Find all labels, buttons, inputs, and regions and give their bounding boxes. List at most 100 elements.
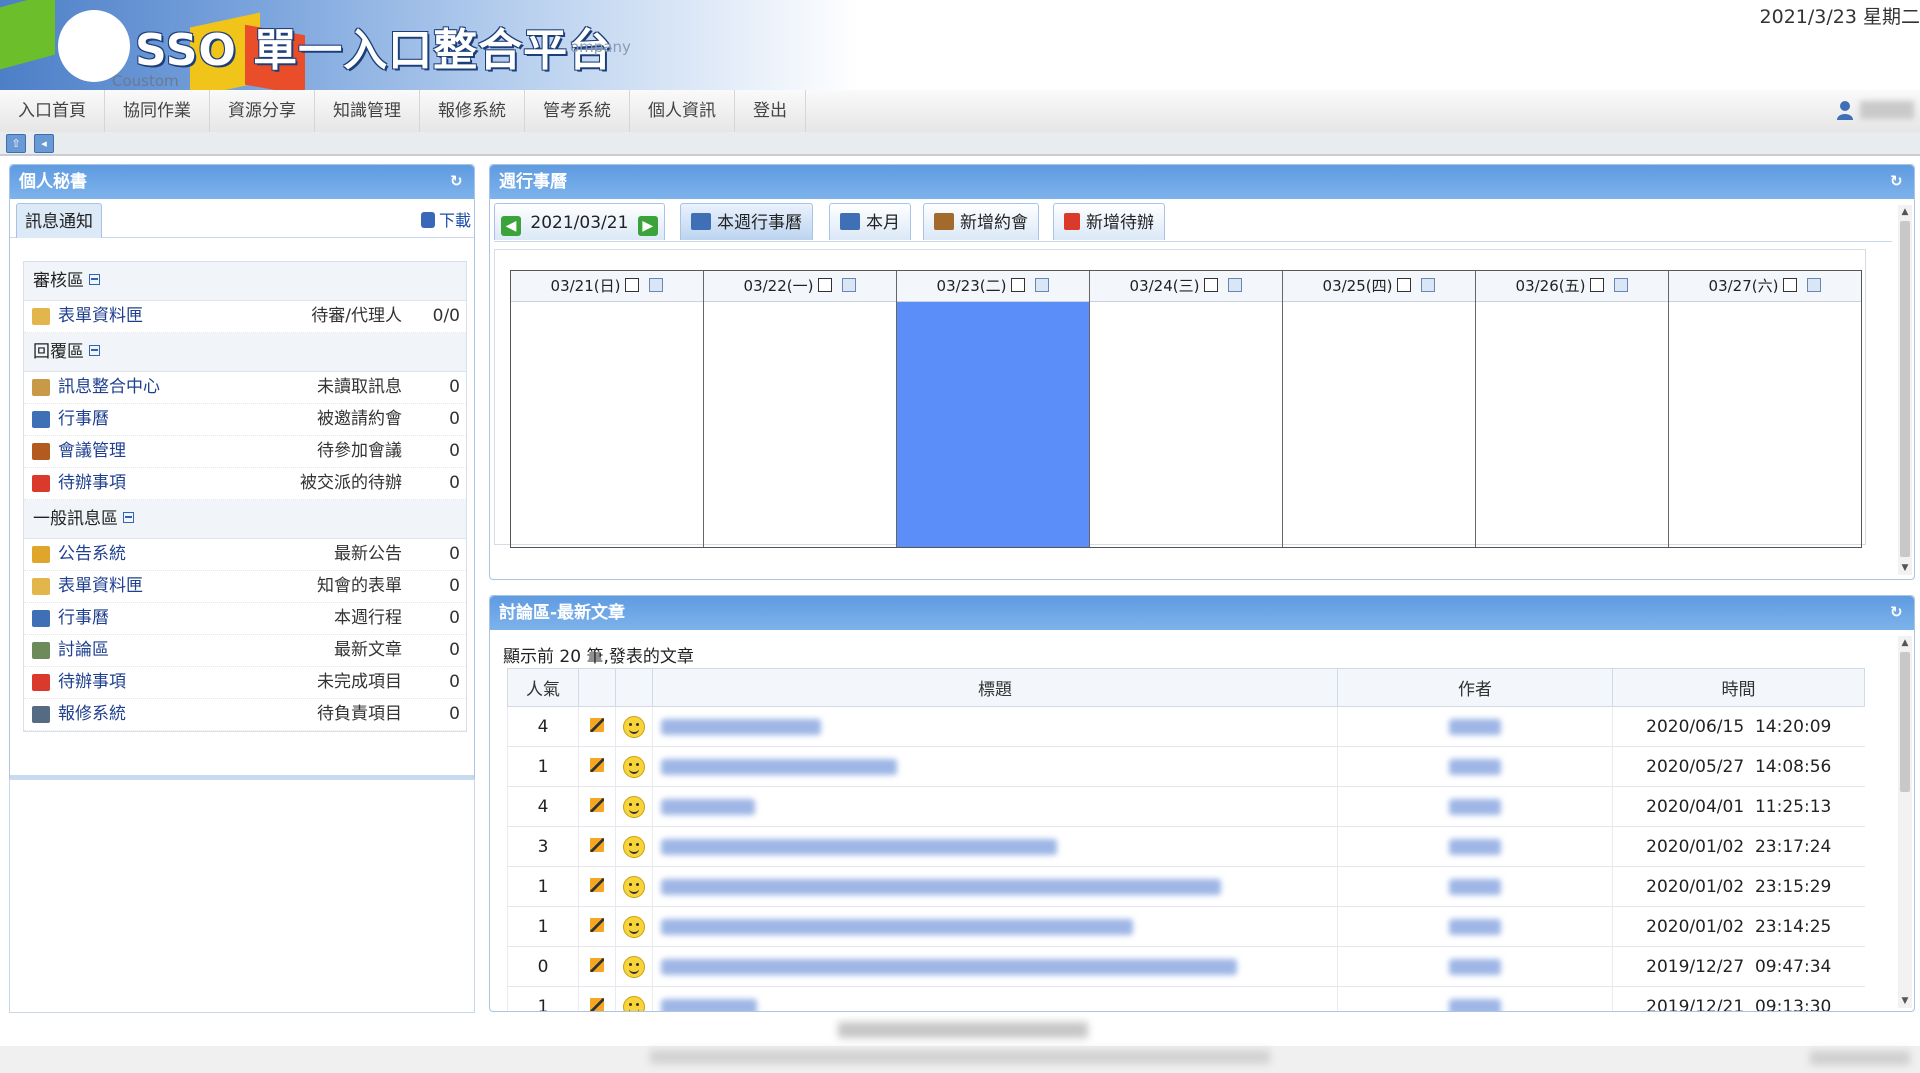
edit-cell[interactable] bbox=[578, 826, 616, 867]
table-row[interactable]: 1 2020/01/02 23:14:25 bbox=[507, 906, 1865, 947]
title-cell[interactable] bbox=[652, 746, 1338, 787]
edit-icon[interactable] bbox=[625, 278, 640, 292]
notification-link[interactable]: 表單資料匣 bbox=[58, 571, 143, 602]
notification-link[interactable]: 報修系統 bbox=[58, 699, 126, 730]
edit-cell[interactable] bbox=[578, 986, 616, 1011]
column-header-title[interactable]: 標題 bbox=[652, 668, 1338, 707]
note-icon[interactable] bbox=[1035, 278, 1050, 292]
refresh-icon[interactable]: ↻ bbox=[450, 173, 466, 189]
calendar-scrollbar[interactable]: ▲ ▼ bbox=[1898, 205, 1912, 575]
day-column[interactable]: 03/22(一) bbox=[704, 271, 897, 547]
notification-link[interactable]: 待辦事項 bbox=[58, 667, 126, 698]
day-column[interactable]: 03/24(三) bbox=[1090, 271, 1283, 547]
pencil-icon[interactable] bbox=[590, 997, 604, 1011]
column-header-popularity[interactable]: 人氣 bbox=[507, 668, 579, 707]
day-body[interactable] bbox=[511, 302, 703, 547]
tab-new-appointment[interactable]: 新增約會 bbox=[923, 203, 1039, 240]
note-icon[interactable] bbox=[842, 278, 857, 292]
note-icon[interactable] bbox=[649, 278, 664, 292]
day-column[interactable]: 03/27(六) bbox=[1669, 271, 1861, 547]
edit-icon[interactable] bbox=[1204, 278, 1219, 292]
article-title-blurred[interactable] bbox=[661, 758, 897, 775]
menu-item-resources[interactable]: 資源分享 bbox=[210, 90, 315, 132]
article-title-blurred[interactable] bbox=[661, 838, 1057, 855]
download-link[interactable]: 下載 bbox=[420, 207, 471, 231]
scroll-up-icon[interactable]: ▲ bbox=[1898, 205, 1912, 219]
article-title-blurred[interactable] bbox=[661, 998, 757, 1011]
pencil-icon[interactable] bbox=[590, 957, 604, 972]
section-heading[interactable]: 回覆區 bbox=[24, 333, 466, 372]
title-cell[interactable] bbox=[652, 786, 1338, 827]
tab-this-month[interactable]: 本月 bbox=[829, 203, 911, 240]
refresh-icon[interactable]: ↻ bbox=[1890, 173, 1906, 189]
edit-icon[interactable] bbox=[818, 278, 833, 292]
notification-link[interactable]: 待辦事項 bbox=[58, 468, 126, 499]
tab-this-week[interactable]: 本週行事曆 bbox=[680, 203, 813, 240]
table-row[interactable]: 1 2020/05/27 14:08:56 bbox=[507, 746, 1865, 787]
article-title-blurred[interactable] bbox=[661, 798, 755, 815]
refresh-icon[interactable]: ↻ bbox=[1890, 604, 1906, 620]
table-row[interactable]: 1 2020/01/02 23:15:29 bbox=[507, 866, 1865, 907]
notification-link[interactable]: 會議管理 bbox=[58, 436, 126, 467]
menu-item-logout[interactable]: 登出 bbox=[735, 90, 806, 132]
collapse-icon[interactable] bbox=[123, 512, 134, 523]
pencil-icon[interactable] bbox=[590, 717, 604, 732]
article-title-blurred[interactable] bbox=[661, 958, 1237, 975]
day-body-today[interactable] bbox=[897, 302, 1089, 547]
day-body[interactable] bbox=[704, 302, 896, 547]
title-cell[interactable] bbox=[652, 986, 1338, 1011]
article-title-blurred[interactable] bbox=[661, 718, 821, 735]
title-cell[interactable] bbox=[652, 826, 1338, 867]
menu-item-audit[interactable]: 管考系統 bbox=[525, 90, 630, 132]
scrollbar-thumb[interactable] bbox=[1900, 221, 1910, 557]
section-heading[interactable]: 一般訊息區 bbox=[24, 500, 466, 539]
back-shortcut-icon[interactable]: ◂ bbox=[34, 134, 54, 153]
column-header-time[interactable]: 時間 bbox=[1612, 668, 1865, 707]
table-row[interactable]: 3 2020/01/02 23:17:24 bbox=[507, 826, 1865, 867]
article-title-blurred[interactable] bbox=[661, 918, 1133, 935]
notification-link[interactable]: 行事曆 bbox=[58, 404, 109, 435]
tab-new-todo[interactable]: 新增待辦 bbox=[1053, 203, 1165, 240]
notification-link[interactable]: 公告系統 bbox=[58, 539, 126, 570]
table-row[interactable]: 1 2019/12/21 09:13:30 bbox=[507, 986, 1865, 1011]
edit-icon[interactable] bbox=[1397, 278, 1412, 292]
collapse-icon[interactable] bbox=[89, 274, 100, 285]
column-header-author[interactable]: 作者 bbox=[1337, 668, 1613, 707]
title-cell[interactable] bbox=[652, 946, 1338, 987]
title-cell[interactable] bbox=[652, 866, 1338, 907]
section-heading[interactable]: 審核區 bbox=[24, 262, 466, 301]
edit-cell[interactable] bbox=[578, 746, 616, 787]
table-row[interactable]: 4 2020/04/01 11:25:13 bbox=[507, 786, 1865, 827]
table-row[interactable]: 4 2020/06/15 14:20:09 bbox=[507, 706, 1865, 747]
menu-item-repair[interactable]: 報修系統 bbox=[420, 90, 525, 132]
menu-item-collaboration[interactable]: 協同作業 bbox=[105, 90, 210, 132]
menu-item-home[interactable]: 入口首頁 bbox=[0, 90, 105, 132]
day-body[interactable] bbox=[1476, 302, 1668, 547]
scrollbar-thumb[interactable] bbox=[1900, 652, 1910, 792]
scroll-up-icon[interactable]: ▲ bbox=[1898, 636, 1912, 650]
next-week-arrow-icon[interactable]: ▶ bbox=[637, 216, 658, 236]
edit-cell[interactable] bbox=[578, 906, 616, 947]
title-cell[interactable] bbox=[652, 706, 1338, 747]
note-icon[interactable] bbox=[1614, 278, 1629, 292]
pencil-icon[interactable] bbox=[590, 757, 604, 772]
notification-link[interactable]: 討論區 bbox=[58, 635, 109, 666]
edit-icon[interactable] bbox=[1011, 278, 1026, 292]
edit-cell[interactable] bbox=[578, 866, 616, 907]
note-icon[interactable] bbox=[1421, 278, 1436, 292]
article-title-blurred[interactable] bbox=[661, 878, 1221, 895]
edit-cell[interactable] bbox=[578, 786, 616, 827]
day-column[interactable]: 03/26(五) bbox=[1476, 271, 1669, 547]
collapse-icon[interactable] bbox=[89, 345, 100, 356]
day-column[interactable]: 03/25(四) bbox=[1283, 271, 1476, 547]
notification-link[interactable]: 行事曆 bbox=[58, 603, 109, 634]
pencil-icon[interactable] bbox=[590, 797, 604, 812]
edit-icon[interactable] bbox=[1783, 278, 1798, 292]
pencil-icon[interactable] bbox=[590, 837, 604, 852]
table-row[interactable]: 0 2019/12/27 09:47:34 bbox=[507, 946, 1865, 987]
forum-scrollbar[interactable]: ▲ ▼ bbox=[1898, 636, 1912, 1008]
notification-link[interactable]: 訊息整合中心 bbox=[58, 372, 160, 403]
day-column-today[interactable]: 03/23(二) bbox=[897, 271, 1090, 547]
prev-week-arrow-icon[interactable]: ◀ bbox=[501, 216, 521, 236]
day-column[interactable]: 03/21(日) bbox=[511, 271, 704, 547]
